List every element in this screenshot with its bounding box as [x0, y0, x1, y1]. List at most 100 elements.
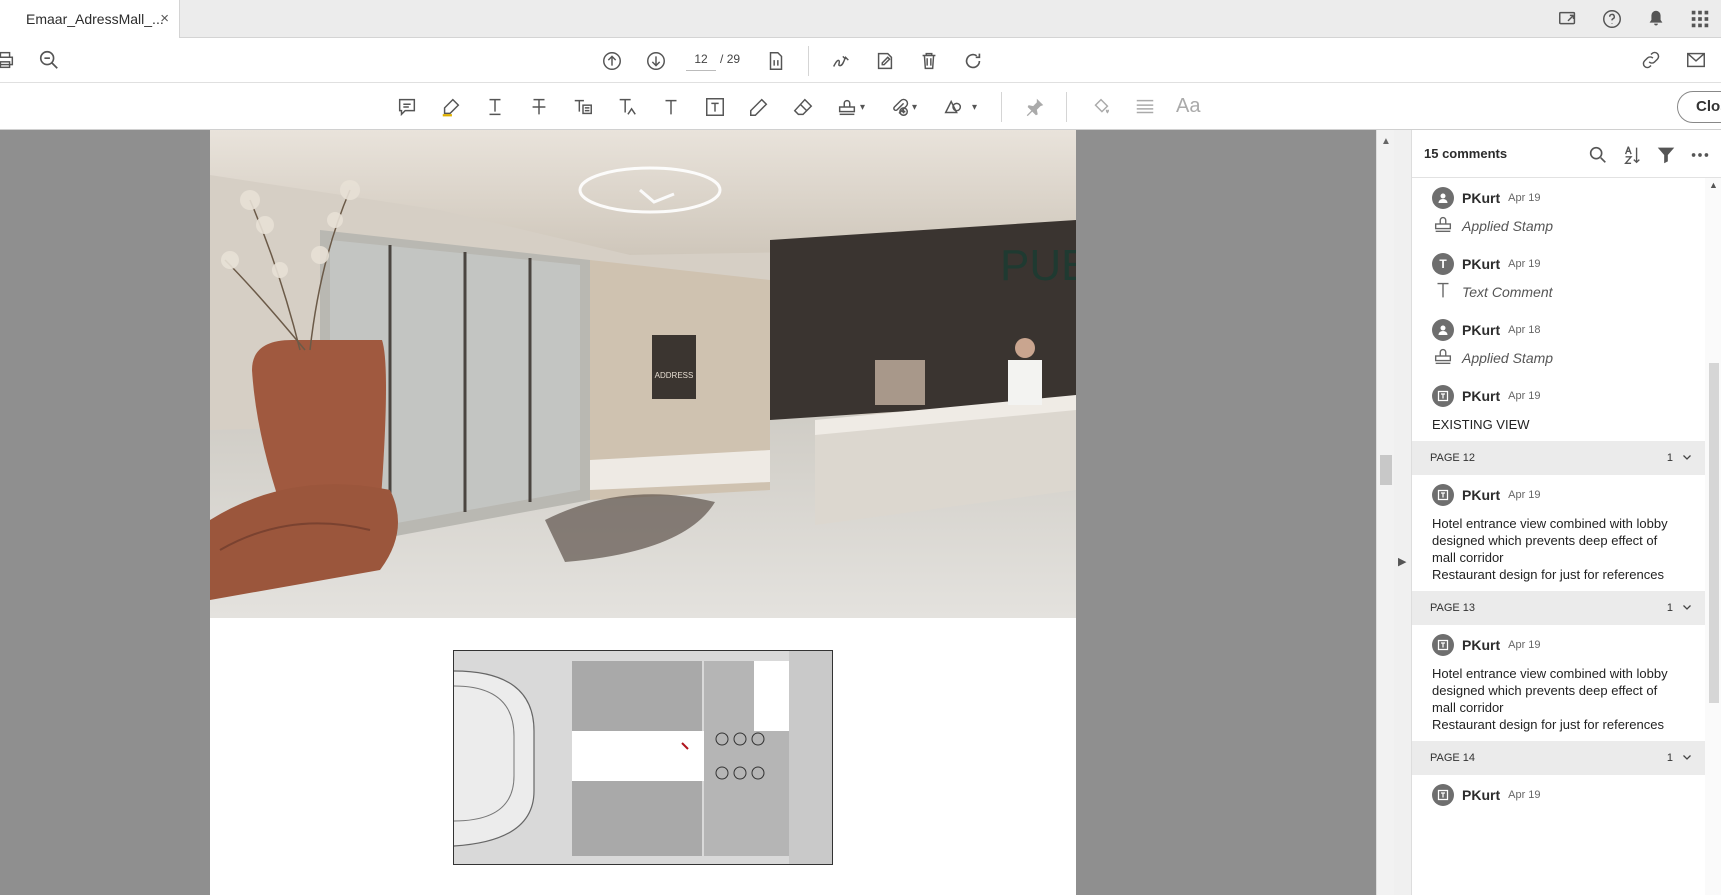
comment-item[interactable]: PKurt Apr 18 Applied Stamp — [1412, 310, 1705, 376]
comment-item[interactable]: PKurt Apr 19 Applied Stamp — [1412, 178, 1705, 244]
page-group-label: PAGE 13 — [1430, 602, 1476, 614]
pencil-icon[interactable] — [746, 94, 772, 120]
eraser-icon[interactable] — [790, 94, 816, 120]
lobby-rendering-image: ADDRESS PUB — [210, 130, 1076, 618]
comment-author: PKurt — [1462, 256, 1501, 272]
comment-line: Restaurant design for just for reference… — [1432, 717, 1664, 732]
comments-scroll-thumb[interactable] — [1709, 363, 1719, 703]
textbox-avatar-icon — [1432, 634, 1454, 656]
page-group-header[interactable]: PAGE 13 1 — [1412, 591, 1705, 625]
attach-file-icon[interactable] — [886, 94, 912, 120]
comment-item[interactable]: PKurt Apr 19 Hotel entrance view combine… — [1412, 475, 1705, 591]
comment-item[interactable]: T PKurt Apr 19 Text Comment — [1412, 244, 1705, 310]
help-icon[interactable] — [1599, 6, 1625, 32]
comment-type: Applied Stamp — [1462, 350, 1554, 366]
apps-grid-icon[interactable] — [1687, 6, 1713, 32]
textbox-avatar-icon — [1432, 484, 1454, 506]
document-viewer[interactable]: ADDRESS PUB — [0, 130, 1376, 895]
filter-icon[interactable] — [1653, 142, 1679, 168]
page-group-count: 1 — [1666, 752, 1673, 764]
shapes-icon[interactable] — [940, 94, 966, 120]
comment-author: PKurt — [1462, 787, 1501, 803]
close-tool-button[interactable]: Clos — [1677, 91, 1721, 123]
sort-icon[interactable] — [1619, 142, 1645, 168]
bell-icon[interactable] — [1643, 6, 1669, 32]
fill-color-icon[interactable] — [1088, 94, 1114, 120]
toolbar-divider-2 — [1001, 92, 1002, 122]
comment-author: PKurt — [1462, 487, 1501, 503]
comment-author: PKurt — [1462, 322, 1501, 338]
viewer-scrollbar[interactable]: ▲ — [1376, 130, 1394, 895]
add-text-icon[interactable] — [658, 94, 684, 120]
comment-date: Apr 18 — [1508, 324, 1541, 336]
floor-plan-image — [453, 650, 833, 865]
sticky-note-icon[interactable] — [394, 94, 420, 120]
underline-text-icon[interactable] — [482, 94, 508, 120]
page-display-icon[interactable] — [763, 48, 789, 74]
scroll-up-icon[interactable]: ▲ — [1381, 136, 1391, 147]
comment-date: Apr 19 — [1508, 390, 1541, 402]
page-total: / 29 — [720, 47, 740, 71]
address-sign-text: ADDRESS — [655, 371, 694, 380]
scroll-up-icon[interactable]: ▲ — [1709, 180, 1718, 190]
pin-icon[interactable] — [1022, 94, 1048, 120]
highlight-icon[interactable] — [438, 94, 464, 120]
viewer-scroll-thumb[interactable] — [1380, 455, 1392, 485]
previous-page-icon[interactable] — [599, 48, 625, 74]
edit-pdf-icon[interactable] — [872, 48, 898, 74]
stamp-icon — [1432, 345, 1454, 372]
comment-author: PKurt — [1462, 190, 1501, 206]
text-comment-icon — [1432, 279, 1454, 306]
print-icon[interactable] — [0, 47, 18, 73]
comment-item[interactable]: PKurt Apr 19 Hotel entrance view combine… — [1412, 625, 1705, 741]
email-icon[interactable] — [1683, 47, 1709, 73]
page-number-input[interactable]: 12 — [686, 47, 716, 71]
share-link-icon[interactable] — [1638, 47, 1664, 73]
shapes-dropdown-icon[interactable]: ▾ — [972, 102, 977, 113]
page-group-header[interactable]: PAGE 14 1 — [1412, 741, 1705, 775]
textbox-avatar-icon — [1432, 784, 1454, 806]
comment-date: Apr 19 — [1508, 489, 1541, 501]
zoom-search-icon[interactable] — [36, 47, 62, 73]
collapse-panel-icon[interactable]: ▶ — [1398, 555, 1406, 568]
comment-item[interactable]: PKurt Apr 19 — [1412, 775, 1705, 815]
document-tab[interactable]: Emaar_AdressMall_... × — [0, 0, 180, 38]
line-style-icon[interactable] — [1132, 94, 1158, 120]
attach-dropdown-icon[interactable]: ▾ — [912, 102, 917, 113]
comment-line: mall corridor — [1432, 700, 1504, 715]
comment-item[interactable]: PKurt Apr 19 EXISTING VIEW — [1412, 376, 1705, 441]
pdf-page: ADDRESS PUB — [210, 130, 1076, 895]
pub-sign-text: PUB — [1000, 241, 1076, 290]
font-style-icon[interactable]: Aa — [1176, 95, 1200, 118]
comment-author: PKurt — [1462, 637, 1501, 653]
comments-scrollbar[interactable]: ▲ — [1705, 178, 1721, 895]
panel-collapse-strip[interactable]: ▶ — [1394, 130, 1412, 895]
more-options-icon[interactable] — [1687, 142, 1713, 168]
stamp-dropdown-icon[interactable]: ▾ — [860, 102, 865, 113]
stamp-avatar-icon — [1432, 187, 1454, 209]
sign-icon[interactable] — [828, 48, 854, 74]
insert-text-icon[interactable] — [614, 94, 640, 120]
page-group-header[interactable]: PAGE 12 1 — [1412, 441, 1705, 475]
rotate-icon[interactable] — [960, 48, 986, 74]
page-group-label: PAGE 12 — [1430, 452, 1476, 464]
close-tab-icon[interactable]: × — [160, 10, 169, 27]
page-group-label: PAGE 14 — [1430, 752, 1476, 764]
strikethrough-icon[interactable] — [526, 94, 552, 120]
next-page-icon[interactable] — [643, 48, 669, 74]
page-group-count: 1 — [1666, 602, 1673, 614]
stamp-icon[interactable] — [834, 94, 860, 120]
toolbar-divider — [808, 46, 809, 76]
search-comments-icon[interactable] — [1585, 142, 1611, 168]
stamp-avatar-icon — [1432, 319, 1454, 341]
chevron-down-icon[interactable] — [1681, 601, 1693, 616]
comment-date: Apr 19 — [1508, 192, 1541, 204]
share-screen-icon[interactable] — [1555, 6, 1581, 32]
text-box-icon[interactable] — [702, 94, 728, 120]
chevron-down-icon[interactable] — [1681, 451, 1693, 466]
top-right-icons — [1555, 6, 1713, 32]
replace-text-icon[interactable] — [570, 94, 596, 120]
comments-count: 15 comments — [1424, 146, 1508, 161]
delete-icon[interactable] — [916, 48, 942, 74]
chevron-down-icon[interactable] — [1681, 751, 1693, 766]
